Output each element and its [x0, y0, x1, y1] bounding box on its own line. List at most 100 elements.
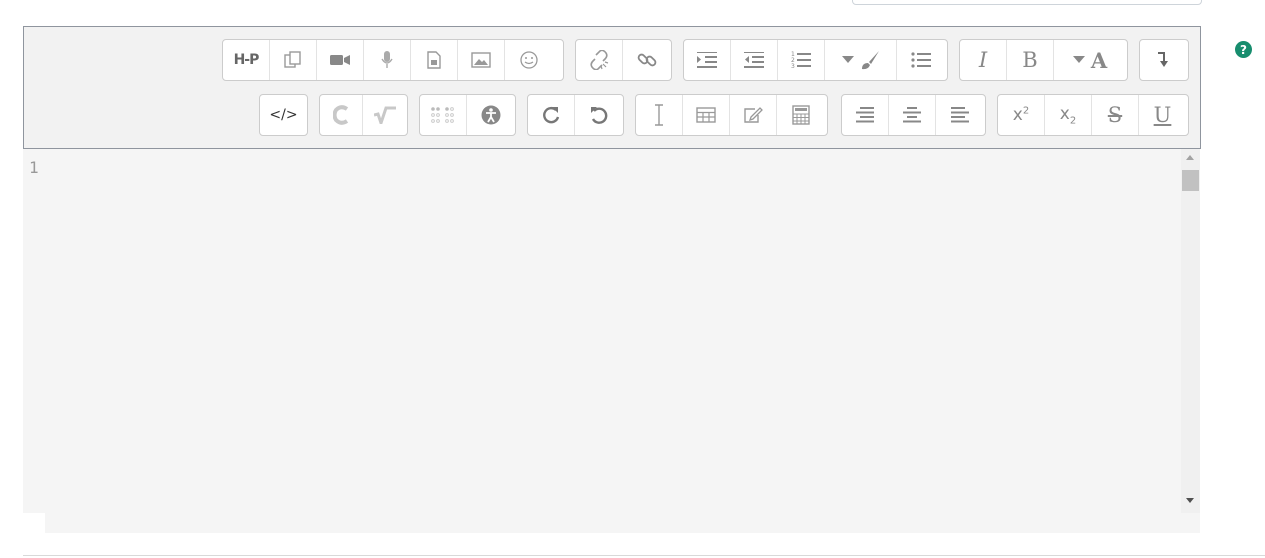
- unlink-button[interactable]: [576, 40, 623, 80]
- table-icon: [696, 107, 716, 123]
- script-group: x2 x2 S U: [997, 94, 1189, 136]
- scroll-thumb[interactable]: [1182, 170, 1199, 191]
- align-left-button[interactable]: [936, 95, 983, 135]
- scroll-down-arrow-icon[interactable]: [1186, 498, 1194, 503]
- font-color-button[interactable]: A: [1054, 40, 1126, 80]
- insert-emoji-button[interactable]: [505, 40, 552, 80]
- media-icon: [427, 51, 441, 69]
- equation-editor-button[interactable]: [363, 95, 406, 135]
- superscript-button[interactable]: x2: [998, 95, 1045, 135]
- outdent-button[interactable]: [731, 40, 778, 80]
- calculator-button[interactable]: [777, 95, 824, 135]
- style-group: I B A: [959, 39, 1128, 81]
- insert-media-button[interactable]: [411, 40, 458, 80]
- ordered-list-icon: 123: [791, 51, 811, 69]
- align-right-icon: [856, 107, 874, 123]
- unlink-icon: [590, 50, 609, 70]
- superscript-icon: x2: [1013, 105, 1029, 125]
- code-editor[interactable]: 1: [23, 149, 1181, 513]
- align-left-icon: [950, 107, 969, 123]
- insert-image-button[interactable]: [458, 40, 505, 80]
- paragraph-styles-icon: [861, 51, 879, 70]
- math-group: [319, 94, 408, 136]
- align-right-button[interactable]: [842, 95, 889, 135]
- equation-icon: [373, 106, 396, 124]
- edit-icon: [744, 107, 763, 123]
- underline-button[interactable]: U: [1139, 95, 1186, 135]
- top-select-field[interactable]: [852, 0, 1202, 5]
- history-group: [527, 94, 624, 136]
- link-group: [575, 39, 672, 81]
- indent-icon: [697, 52, 717, 68]
- bold-icon: B: [1022, 48, 1038, 72]
- italic-button[interactable]: I: [960, 40, 1007, 80]
- html-icon: </>: [269, 107, 298, 123]
- editor-toolbar: H-P 1 2 3 I B A </> x2 x2 S U: [23, 26, 1201, 149]
- ordered-list-button[interactable]: 123: [778, 40, 825, 80]
- divider: [23, 555, 1265, 556]
- insert-table-button[interactable]: [683, 95, 730, 135]
- calculator-icon: [791, 105, 810, 125]
- html-source-button[interactable]: </>: [260, 95, 307, 135]
- link-icon: [637, 53, 656, 67]
- subscript-icon: x2: [1060, 104, 1076, 126]
- svg-text:3: 3: [791, 63, 795, 69]
- unordered-list-button[interactable]: [897, 40, 944, 80]
- superscript-mark: 2: [1022, 105, 1030, 117]
- video-icon: [330, 55, 350, 65]
- tools-group: [635, 94, 828, 136]
- insert-video-button[interactable]: [317, 40, 364, 80]
- list-group: 123: [683, 39, 948, 81]
- paragraph-styles-button[interactable]: [825, 40, 897, 80]
- underline-icon: U: [1153, 103, 1172, 127]
- undo-icon: [590, 107, 607, 124]
- chemistry-icon: [333, 105, 349, 125]
- font-color-icon: A: [1090, 47, 1108, 73]
- line-number: 1: [29, 158, 39, 177]
- insert-group: H-P: [222, 39, 564, 81]
- clear-formatting-icon: [655, 104, 663, 126]
- align-group: [841, 94, 986, 136]
- subscript-button[interactable]: x2: [1045, 95, 1092, 135]
- clear-formatting-button[interactable]: [636, 95, 683, 135]
- chemistry-editor-button[interactable]: [320, 95, 363, 135]
- outdent-icon: [744, 52, 764, 68]
- braille-icon: [431, 107, 454, 123]
- manage-files-button[interactable]: [730, 95, 777, 135]
- strikethrough-button[interactable]: S: [1092, 95, 1139, 135]
- microphone-icon: [381, 51, 393, 68]
- paste-unformatted-button[interactable]: [270, 40, 317, 80]
- vertical-scrollbar[interactable]: [1181, 149, 1200, 513]
- redo-button[interactable]: [528, 95, 575, 135]
- superscript-base: x: [1012, 105, 1023, 125]
- paste-icon: [284, 51, 301, 68]
- emoji-icon: [519, 51, 538, 69]
- toggle-group: [1139, 39, 1189, 81]
- image-icon: [471, 52, 491, 68]
- indent-button[interactable]: [684, 40, 731, 80]
- scroll-up-arrow-icon[interactable]: [1186, 155, 1194, 160]
- align-center-icon: [903, 107, 921, 123]
- italic-icon: I: [978, 48, 988, 72]
- align-center-button[interactable]: [889, 95, 936, 135]
- h5p-icon: H-P: [233, 52, 260, 68]
- accessibility-icon: [481, 105, 500, 125]
- insert-link-button[interactable]: [623, 40, 670, 80]
- screenreader-helper-button[interactable]: [420, 95, 467, 135]
- redo-icon: [543, 107, 560, 124]
- show-more-buttons[interactable]: [1140, 40, 1188, 80]
- unordered-list-icon: [910, 52, 931, 68]
- insert-h5p-button[interactable]: H-P: [223, 40, 270, 80]
- strikethrough-icon: S: [1107, 103, 1123, 127]
- accessibility-checker-button[interactable]: [467, 95, 514, 135]
- undo-button[interactable]: [575, 95, 622, 135]
- chevron-down-icon: [1072, 56, 1085, 63]
- subscript-base: x: [1059, 103, 1070, 124]
- toolbar-toggle-icon: [1158, 52, 1168, 67]
- subscript-mark: 2: [1069, 115, 1077, 127]
- help-icon[interactable]: ?: [1235, 41, 1252, 58]
- record-audio-button[interactable]: [364, 40, 411, 80]
- bold-button[interactable]: B: [1007, 40, 1054, 80]
- html-group: </>: [259, 94, 308, 136]
- accessibility-group: [419, 94, 516, 136]
